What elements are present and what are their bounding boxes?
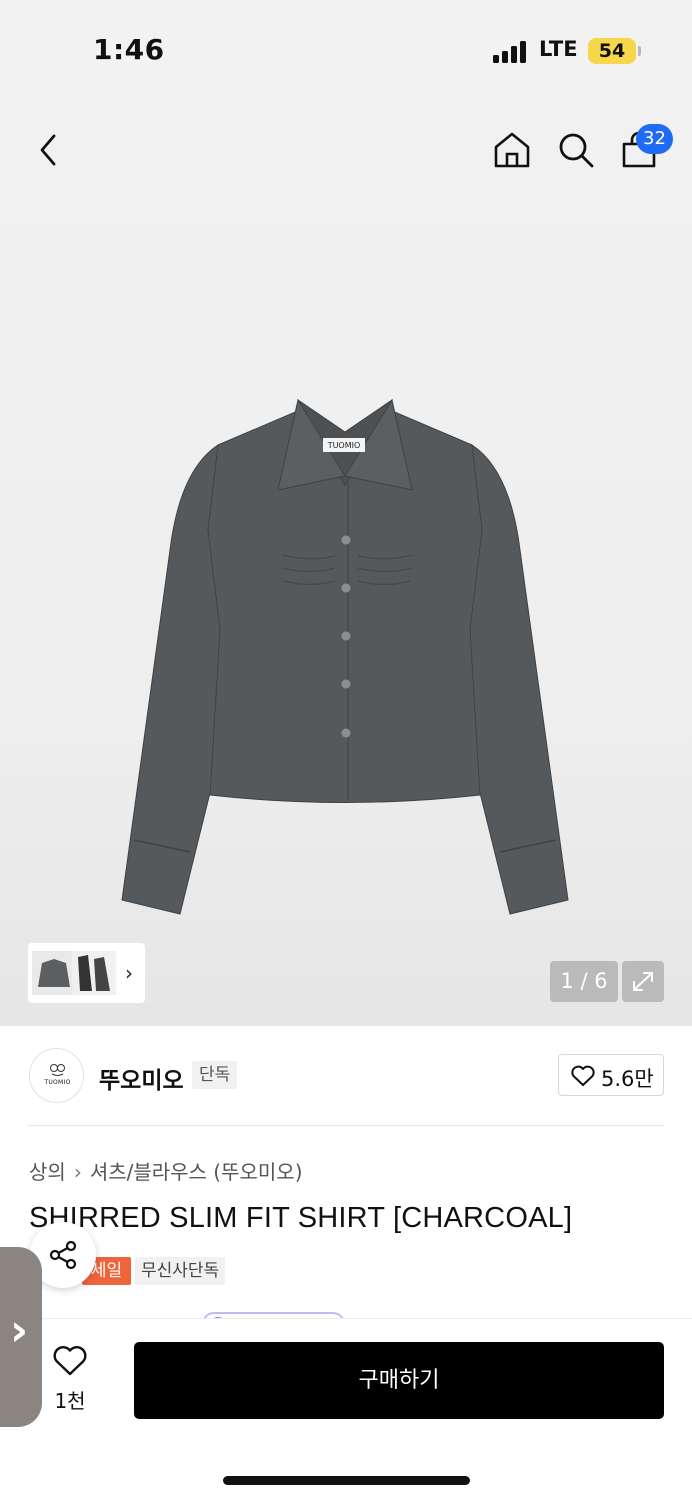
brand-like-count: 5.6만	[601, 1067, 654, 1091]
home-indicator	[223, 1476, 470, 1485]
signal-icon	[493, 41, 529, 63]
divider	[28, 1125, 664, 1126]
wishlist-count: 1천	[54, 1389, 86, 1413]
breadcrumb: 상의 › 셔츠/블라우스 (뚜오미오)	[29, 1156, 303, 1185]
expand-icon	[633, 972, 653, 991]
side-drawer-handle[interactable]: ›	[0, 1247, 42, 1427]
share-icon	[49, 1240, 77, 1270]
cart-count-badge: 32	[636, 124, 673, 154]
search-icon[interactable]	[556, 130, 596, 170]
exclusive-badge: 무신사단독	[135, 1257, 226, 1285]
product-title: SHIRRED SLIM FIT SHIRT [CHARCOAL]	[29, 1202, 573, 1234]
brand-like-button[interactable]: 5.6만	[558, 1054, 664, 1096]
battery-icon: 54	[588, 38, 641, 64]
brand-exclusive-badge: 단독	[192, 1061, 238, 1089]
expand-button[interactable]	[622, 961, 664, 1002]
heart-icon	[571, 1065, 595, 1086]
svg-text:TUOMIO: TUOMIO	[327, 441, 361, 450]
chevron-right-icon: ›	[73, 1160, 82, 1184]
status-time: 1:46	[93, 33, 165, 66]
buy-button[interactable]: 구매하기	[134, 1342, 664, 1419]
thumbnail-more-icon[interactable]: ›	[125, 961, 133, 985]
gallery-counter: 1 / 6	[550, 961, 618, 1002]
back-icon[interactable]	[34, 130, 64, 170]
brand-logo-mark	[50, 1064, 65, 1076]
wishlist-heart-icon[interactable]	[52, 1345, 88, 1377]
thumbnail-1[interactable]	[32, 951, 76, 995]
thumbnail-strip[interactable]: ›	[28, 943, 145, 1003]
breadcrumb-subcategory[interactable]: 셔츠/블라우스 (뚜오미오)	[90, 1160, 303, 1184]
product-image[interactable]: TUOMIO	[110, 390, 580, 920]
thumbnail-2[interactable]	[72, 951, 116, 995]
brand-name[interactable]: 뚜오미오	[99, 1061, 184, 1095]
breadcrumb-category[interactable]: 상의	[29, 1160, 66, 1184]
battery-level: 54	[598, 40, 626, 62]
brand-logo[interactable]: TUOMIO	[29, 1048, 84, 1103]
chevron-right-icon: ›	[10, 1305, 29, 1356]
home-icon[interactable]	[492, 130, 532, 170]
network-label: LTE	[539, 37, 578, 61]
brand-logo-text: TUOMIO	[44, 1079, 71, 1086]
